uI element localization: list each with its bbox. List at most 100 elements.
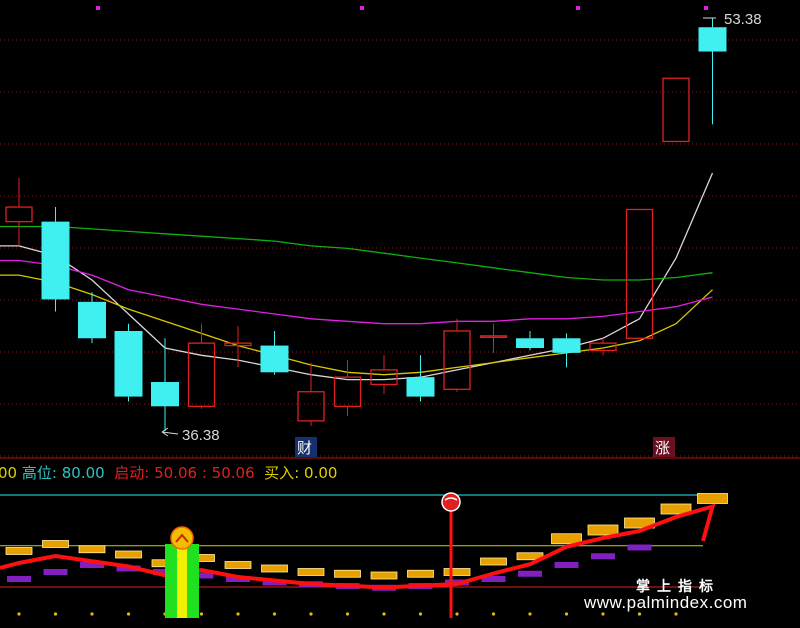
candle-15 — [552, 333, 581, 368]
baseline-dot-2 — [90, 612, 94, 616]
candle-body — [443, 330, 471, 390]
gold-bar — [42, 540, 69, 548]
candle-13 — [479, 323, 508, 353]
candle-6 — [224, 326, 252, 368]
stock-chart: 53.38 36.38 财 涨 — [0, 6, 800, 618]
candle-19 — [698, 18, 727, 125]
candle-9 — [333, 360, 362, 417]
baseline-dot-14 — [528, 612, 532, 616]
candle-body — [260, 345, 289, 373]
candle-body — [78, 301, 106, 339]
baseline-dot-7 — [272, 612, 277, 616]
stat-buy-sep: : — [294, 464, 300, 482]
moving-average-lines — [0, 172, 714, 381]
stat-leading-fragment: 00 — [0, 464, 18, 482]
low-price-label: 36.38 — [182, 427, 220, 444]
gold-bar — [443, 568, 471, 576]
top-marker-dot-2 — [576, 6, 580, 10]
purple-bar — [518, 570, 542, 577]
stat-start-value-2: 50.06 — [211, 464, 255, 482]
purple-bar — [7, 576, 31, 582]
baseline-dot-12 — [455, 612, 459, 616]
gold-bar — [224, 561, 252, 569]
purple-bar — [554, 562, 579, 568]
candle-body — [114, 330, 143, 397]
baseline-dot-5 — [199, 612, 204, 616]
high-price-marker: 53.38 — [703, 11, 762, 28]
baseline-dot-15 — [564, 612, 569, 616]
stat-high-sep: : — [51, 464, 57, 482]
candle-8 — [297, 362, 325, 426]
badge-cai: 财 — [295, 437, 317, 457]
candle-body — [187, 342, 216, 407]
gold-bar — [115, 550, 142, 559]
candle-18 — [662, 77, 690, 143]
candle-12 — [443, 318, 471, 392]
baseline-dot-9 — [345, 612, 350, 616]
baseline-dot-13 — [491, 612, 496, 616]
purple-bar — [591, 553, 615, 560]
candle-body — [224, 342, 252, 347]
gold-bar — [5, 547, 33, 555]
top-marker-dot-3 — [704, 6, 708, 10]
ma-yellow-line — [0, 274, 713, 376]
stat-start-label: 启动 — [114, 464, 145, 482]
candle-3 — [114, 323, 143, 402]
candle-body — [370, 369, 398, 386]
badge-zhang: 涨 — [653, 437, 675, 457]
stat-start-sep: : — [144, 464, 150, 482]
candle-body — [297, 391, 325, 422]
candle-body — [333, 376, 362, 407]
gold-bar — [297, 568, 325, 576]
stat-buy-value: 0.00 — [304, 464, 338, 482]
stat-high-label: 高位 — [21, 464, 52, 482]
candle-body — [406, 377, 435, 397]
gold-bar — [78, 545, 106, 554]
purple-bar — [43, 569, 68, 575]
baseline-dot-3 — [126, 612, 131, 616]
candlesticks — [5, 18, 727, 432]
badge-cai-text: 财 — [297, 439, 312, 457]
gold-bar — [587, 524, 619, 536]
baseline-dot-11 — [418, 612, 423, 616]
candle-11 — [406, 355, 435, 402]
candle-body — [41, 221, 70, 300]
purple-bar — [627, 544, 652, 551]
candle-2 — [78, 292, 106, 344]
candle-body — [516, 338, 544, 348]
watermark-url: www.palmindex.com — [584, 593, 748, 612]
baseline-dot-8 — [309, 612, 313, 616]
ma-white-line — [0, 172, 714, 381]
gold-bar — [407, 569, 434, 578]
candle-0 — [5, 177, 33, 246]
candle-body — [5, 206, 33, 223]
candle-body — [151, 382, 179, 407]
candle-body — [552, 338, 581, 353]
candle-7 — [260, 330, 289, 375]
candle-4 — [151, 338, 179, 432]
ma-green-line — [0, 225, 713, 281]
gold-bar — [480, 557, 507, 566]
gold-bar — [261, 564, 288, 573]
candle-1 — [41, 207, 70, 312]
gold-bar — [370, 571, 398, 580]
baseline-dot-0 — [17, 612, 21, 616]
candle-14 — [516, 330, 544, 351]
stat-high-value: 80.00 — [61, 464, 105, 482]
top-marker-dot-0 — [96, 6, 100, 10]
start-signal-icon — [170, 526, 194, 550]
ma-magenta-line — [0, 259, 713, 325]
baseline-dot-10 — [382, 612, 386, 616]
baseline-dot-1 — [53, 612, 58, 616]
stat-buy-label: 买入 — [264, 464, 295, 482]
top-marker-dot-1 — [360, 6, 364, 10]
candle-body — [698, 27, 727, 52]
low-price-marker: 36.38 — [161, 427, 220, 444]
stat-start-sep-2: : — [201, 464, 207, 482]
gold-bar — [334, 569, 361, 578]
badge-zhang-text: 涨 — [655, 439, 670, 457]
stat-start-value-1: 50.06 — [154, 464, 198, 482]
start-signal-core — [177, 548, 187, 618]
indicator-stats: 00 高位: 80.00 启动: 50.06 : 50.06 买入: 0.00 — [0, 462, 337, 483]
baseline-dot-6 — [236, 612, 240, 616]
